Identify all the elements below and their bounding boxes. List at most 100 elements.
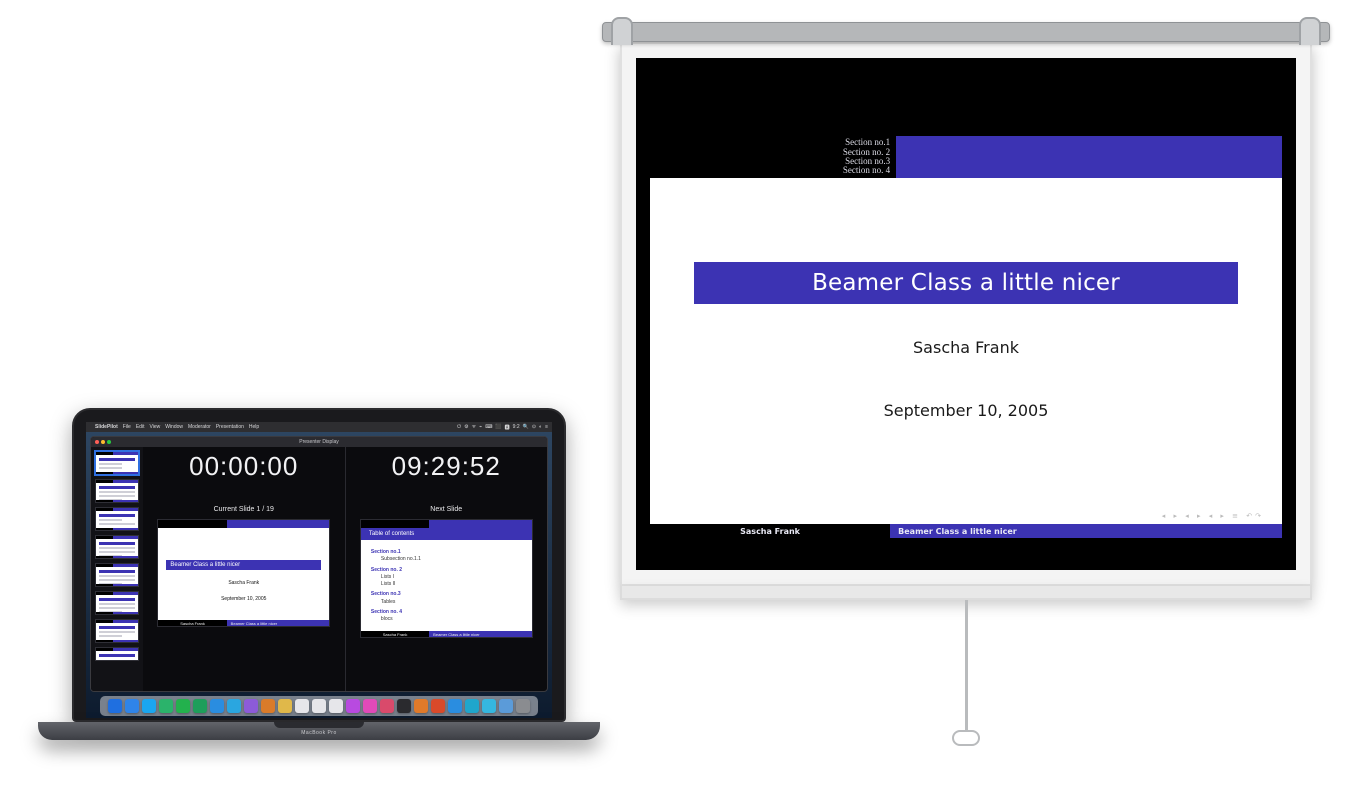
ns-title: Table of contents bbox=[361, 528, 532, 540]
slide-head-sections: Section no.1 Section no. 2 Section no.3 … bbox=[650, 136, 896, 178]
menubar-item[interactable]: File bbox=[123, 424, 131, 430]
slide-thumbnails[interactable] bbox=[91, 447, 143, 691]
macbook-bezel: SlidePilot File Edit View Window Moderat… bbox=[72, 408, 566, 722]
slide-footer-author: Sascha Frank bbox=[650, 524, 890, 538]
dock-app-icon[interactable] bbox=[414, 699, 428, 713]
dock-app-icon[interactable] bbox=[380, 699, 394, 713]
toc-section: Section no.1 bbox=[371, 549, 522, 556]
next-slide-label: Next Slide bbox=[430, 506, 462, 513]
current-slide-label: Current Slide 1 / 19 bbox=[214, 506, 274, 513]
dock-app-icon[interactable] bbox=[193, 699, 207, 713]
thumbnail-slide-5[interactable] bbox=[95, 563, 139, 587]
head-section: Section no. 4 bbox=[843, 166, 890, 175]
dock-app-icon[interactable] bbox=[448, 699, 462, 713]
dock-app-icon[interactable] bbox=[329, 699, 343, 713]
dock-app-icon[interactable] bbox=[159, 699, 173, 713]
thumbnail-slide-6[interactable] bbox=[95, 591, 139, 615]
projector-hook-left bbox=[611, 17, 633, 45]
menubar-item[interactable]: Edit bbox=[136, 424, 145, 430]
status-icon[interactable]: ⌨ bbox=[485, 424, 492, 431]
thumbnail-slide-4[interactable] bbox=[95, 535, 139, 559]
cs-footer-left: Sascha Frank bbox=[158, 620, 226, 626]
cs-author: Sascha Frank bbox=[158, 580, 329, 586]
macbook-screen: SlidePilot File Edit View Window Moderat… bbox=[86, 422, 552, 718]
ns-footer-left: Sascha Frank bbox=[361, 631, 429, 637]
cs-title: Beamer Class a little nicer bbox=[166, 560, 321, 570]
menubar-item[interactable]: View bbox=[149, 424, 160, 430]
status-icon[interactable]: 9:2 bbox=[513, 424, 520, 431]
toc-sub: Tables bbox=[371, 599, 522, 606]
macos-dock[interactable] bbox=[100, 696, 538, 716]
thumbnail-slide-8[interactable] bbox=[95, 647, 139, 661]
slide-author: Sascha Frank bbox=[650, 338, 1282, 357]
dock-app-icon[interactable] bbox=[261, 699, 275, 713]
macos-menubar[interactable]: SlidePilot File Edit View Window Moderat… bbox=[86, 422, 552, 432]
clock-time[interactable]: 09:29:52 bbox=[392, 451, 501, 482]
cs-footer-right: Beamer Class a little nicer bbox=[227, 620, 329, 626]
window-title: Presenter Display bbox=[91, 439, 547, 445]
projector-top-bar bbox=[602, 22, 1330, 42]
ns-toc: Section no.1 Subsection no.1.1 Section n… bbox=[361, 540, 532, 631]
status-icon[interactable]: ⚙ bbox=[464, 424, 468, 431]
menubar-app-name[interactable]: SlidePilot bbox=[95, 424, 118, 430]
dock-app-icon[interactable] bbox=[482, 699, 496, 713]
spotlight-icon[interactable]: 🔍 bbox=[523, 424, 529, 431]
slide-nav-icons: ◂ ▸ ◂ ▸ ◂ ▸ ≡ ↶↷ bbox=[650, 512, 1282, 524]
status-icon[interactable]: ⌁ bbox=[479, 424, 482, 431]
dock-app-icon[interactable] bbox=[244, 699, 258, 713]
dock-app-icon[interactable] bbox=[278, 699, 292, 713]
dock-app-icon[interactable] bbox=[431, 699, 445, 713]
thumbnail-slide-1[interactable] bbox=[95, 451, 139, 475]
elapsed-timer[interactable]: 00:00:00 bbox=[189, 451, 298, 482]
projector-hook-right bbox=[1299, 17, 1321, 45]
dock-app-icon[interactable] bbox=[346, 699, 360, 713]
projector-inner: Section no.1 Section no. 2 Section no.3 … bbox=[636, 58, 1296, 570]
slide-date: September 10, 2005 bbox=[650, 401, 1282, 420]
thumbnail-slide-7[interactable] bbox=[95, 619, 139, 643]
dock-app-icon[interactable] bbox=[227, 699, 241, 713]
status-icon[interactable]: ⬛ bbox=[495, 424, 501, 431]
projector-pull-cord bbox=[965, 600, 968, 730]
dock-app-icon[interactable] bbox=[363, 699, 377, 713]
status-icon[interactable]: ⏻ bbox=[457, 424, 461, 431]
menubar-item[interactable]: Presentation bbox=[216, 424, 244, 430]
thumbnail-slide-3[interactable] bbox=[95, 507, 139, 531]
wifi-icon[interactable]: ᯤ bbox=[472, 424, 477, 431]
toc-section: Section no. 2 bbox=[371, 567, 522, 574]
dock-app-icon[interactable] bbox=[125, 699, 139, 713]
presenter-area: 00:00:00 Current Slide 1 / 19 Beamer Cla… bbox=[143, 447, 547, 691]
next-slide-column: 09:29:52 Next Slide Table of contents Se… bbox=[345, 447, 548, 691]
menubar-item[interactable]: Moderator bbox=[188, 424, 211, 430]
macbook: SlidePilot File Edit View Window Moderat… bbox=[38, 408, 600, 740]
dock-app-icon[interactable] bbox=[108, 699, 122, 713]
macbook-brand-label: MacBook Pro bbox=[301, 730, 337, 736]
menubar-item[interactable]: Help bbox=[249, 424, 259, 430]
thumbnail-slide-2[interactable] bbox=[95, 479, 139, 503]
dock-app-icon[interactable] bbox=[142, 699, 156, 713]
window-titlebar[interactable]: Presenter Display bbox=[91, 437, 547, 447]
trackpad-notch bbox=[274, 722, 364, 728]
status-icon[interactable]: ⊙ bbox=[532, 424, 536, 431]
dock-app-icon[interactable] bbox=[516, 699, 530, 713]
macbook-base: MacBook Pro bbox=[38, 722, 600, 740]
dock-app-icon[interactable] bbox=[312, 699, 326, 713]
dock-app-icon[interactable] bbox=[295, 699, 309, 713]
next-slide-preview[interactable]: Table of contents Section no.1 Subsectio… bbox=[360, 519, 533, 638]
dock-app-icon[interactable] bbox=[397, 699, 411, 713]
dock-app-icon[interactable] bbox=[210, 699, 224, 713]
dock-app-icon[interactable] bbox=[465, 699, 479, 713]
status-icon[interactable]: 🅰 bbox=[505, 424, 510, 431]
control-center-icon[interactable]: ≡ bbox=[545, 424, 548, 431]
projector-bottom-bar bbox=[620, 586, 1312, 600]
current-slide-preview[interactable]: Beamer Class a little nicer Sascha Frank… bbox=[157, 519, 330, 627]
menubar-status-icons[interactable]: ⏻ ⚙ ᯤ ⌁ ⌨ ⬛ 🅰 9:2 🔍 ⊙ ◐ ≡ bbox=[457, 424, 548, 431]
projector-screen: Section no.1 Section no. 2 Section no.3 … bbox=[602, 22, 1330, 746]
dock-app-icon[interactable] bbox=[176, 699, 190, 713]
toc-sub: blocs bbox=[371, 616, 522, 623]
menubar-item[interactable]: Window bbox=[165, 424, 183, 430]
projector-pull-handle[interactable] bbox=[952, 730, 980, 746]
presenter-window: Presenter Display bbox=[90, 436, 548, 692]
toc-sub: Subsection no.1.1 bbox=[371, 556, 522, 563]
status-icon[interactable]: ◐ bbox=[539, 424, 542, 431]
dock-app-icon[interactable] bbox=[499, 699, 513, 713]
